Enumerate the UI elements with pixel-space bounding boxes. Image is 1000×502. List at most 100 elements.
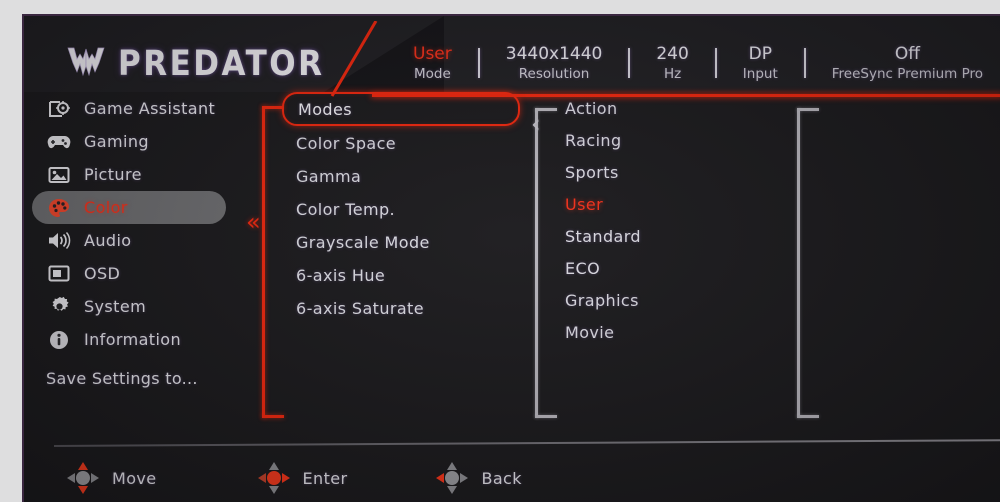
submenu-item-6-axis-hue[interactable]: 6-axis Hue [282,259,522,291]
submenu-item-label: Color Temp. [296,199,395,219]
bracket-cap-bottom [262,415,284,418]
footer-action-back[interactable]: Back [435,461,522,495]
bracket-cap-bottom [535,415,557,418]
option-item-standard[interactable]: Standard [557,220,787,252]
option-item-label: ECO [565,258,601,278]
sidebar-item-label: Information [84,330,182,349]
dpad-enter-icon [257,462,290,494]
option-item-graphics[interactable]: Graphics [557,284,787,316]
bracket-cap-top [535,108,557,111]
option-item-user[interactable]: User [557,188,787,220]
status-input-value: DP [748,44,772,64]
sidebar-item-label: Gaming [84,132,149,151]
submenu-item-gamma[interactable]: Gamma [282,160,522,192]
status-resolution: 3440x1440 Resolution [502,44,607,83]
sidebar-item-osd[interactable]: OSD [32,257,226,290]
sidebar-item-label: Picture [84,165,142,184]
status-refresh-rate-label: Hz [663,66,682,82]
gear-icon [46,296,72,318]
status-resolution-label: Resolution [518,66,590,82]
footer-action-move[interactable]: Move [66,461,157,495]
picture-icon [46,164,72,186]
option-item-label: Standard [565,226,641,246]
footer-action-label: Enter [302,468,348,488]
sidebar-item-label: System [84,297,147,316]
gamepad-icon [46,131,72,153]
status-mode-value: User [413,44,452,64]
option-item-racing[interactable]: Racing [557,124,787,156]
option-item-label: Racing [565,130,622,150]
osd-panel: PREDATOR User Mode 3440x1440 Resolution … [22,14,1000,502]
palette-icon [46,197,72,219]
sidebar-item-game-assistant[interactable]: Game Assistant [32,92,226,125]
info-icon [46,329,72,351]
bracket-cap-top [262,106,284,109]
status-refresh-rate-value: 240 [656,44,689,64]
bracket-bar [262,106,265,418]
submenu-item-label: Color Space [296,133,397,153]
footer-action-enter[interactable]: Enter [257,461,348,495]
header-status-bar: User Mode 3440x1440 Resolution 240 Hz DP… [409,44,987,90]
option-item-label: Sports [565,162,619,182]
option-item-eco[interactable]: ECO [557,252,787,284]
status-freesync-value: Off [894,44,920,64]
status-divider [477,48,480,78]
status-input: DP Input [739,44,782,83]
predator-wordmark: PREDATOR [118,43,325,85]
status-freesync-label: FreeSync Premium Pro [831,66,984,82]
submenu-item-label: 6-axis Saturate [296,298,424,318]
submenu-item-color-space[interactable]: Color Space [282,127,522,159]
option-item-label: User [565,194,604,214]
sidebar: Game Assistant Gaming Picture Color Audi… [24,92,234,395]
sidebar-item-save-settings[interactable]: Save Settings to... [32,362,226,395]
submenu-item-6-axis-saturate[interactable]: 6-axis Saturate [282,292,522,324]
sidebar-item-label: OSD [84,264,121,283]
osd-header: PREDATOR User Mode 3440x1440 Resolution … [24,16,1000,97]
submenu-item-modes[interactable]: Modes [282,92,520,126]
dpad-back-icon [436,462,469,494]
sidebar-item-label: Game Assistant [84,99,216,118]
submenu-item-color-temp[interactable]: Color Temp. [282,193,522,225]
sidebar-selection-chevron-icon: « [246,208,261,236]
submenu-item-grayscale-mode[interactable]: Grayscale Mode [282,226,522,258]
submenu-item-label: Grayscale Mode [296,232,430,252]
option-item-label: Movie [565,322,615,342]
status-divider [628,48,631,78]
predator-logo-icon [67,47,105,77]
footer-action-label: Move [112,468,157,488]
bracket-bar [535,108,538,418]
game-assistant-icon [46,98,72,120]
options-list: Action Racing Sports User Standard ECO G… [557,92,787,348]
option-item-sports[interactable]: Sports [557,156,787,188]
sidebar-item-label: Color [84,198,128,217]
sidebar-item-information[interactable]: Information [32,323,226,356]
status-mode-label: Mode [413,66,451,82]
status-refresh-rate: 240 Hz [652,44,692,83]
sidebar-item-label: Audio [84,231,132,250]
osd-footer: Move Enter Back [24,452,1000,502]
option-item-action[interactable]: Action [557,92,787,124]
speaker-icon [46,230,72,252]
status-divider [803,48,806,78]
osd-icon [46,263,72,285]
predator-logo: PREDATOR [64,43,325,85]
bracket-bar [797,108,800,418]
osd-body: Game Assistant Gaming Picture Color Audi… [24,92,1000,442]
option-item-label: Graphics [565,290,639,310]
sidebar-save-settings-label: Save Settings to... [46,369,198,388]
sidebar-item-color[interactable]: Color [32,191,226,224]
sidebar-item-picture[interactable]: Picture [32,158,226,191]
submenu-list: Modes Color Space Gamma Color Temp. Gray… [282,92,522,325]
submenu-item-label: Gamma [296,166,362,186]
status-input-label: Input [742,66,778,82]
dpad-move-icon [67,462,99,494]
status-mode: User Mode [409,44,456,83]
sidebar-item-audio[interactable]: Audio [32,224,226,257]
sidebar-item-gaming[interactable]: Gaming [32,125,226,158]
sidebar-item-system[interactable]: System [32,290,226,323]
option-item-movie[interactable]: Movie [557,316,787,348]
status-resolution-value: 3440x1440 [505,44,603,64]
status-freesync: Off FreeSync Premium Pro [828,44,987,83]
status-divider [714,48,717,78]
option-item-label: Action [565,98,618,118]
